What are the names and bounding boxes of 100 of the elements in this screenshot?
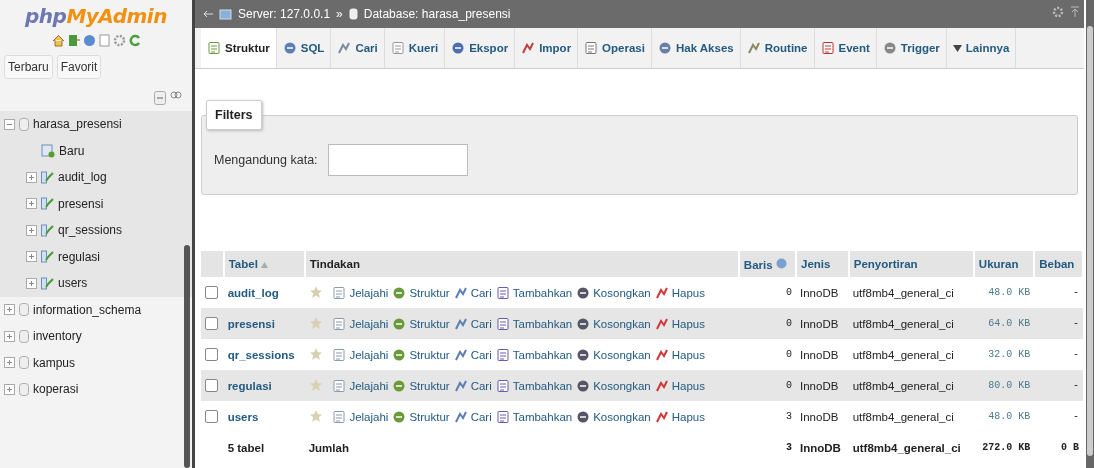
action-link[interactable]: Jelajahi <box>349 379 389 392</box>
action-link[interactable]: Kosongkan <box>593 286 651 299</box>
action-link[interactable]: Cari <box>470 348 492 361</box>
action-link[interactable]: Cari <box>470 286 492 299</box>
settings-icon[interactable] <box>112 34 126 47</box>
tab[interactable]: Cari <box>331 28 385 68</box>
expand-icon[interactable] <box>4 383 15 395</box>
action-link[interactable]: Cari <box>470 410 492 423</box>
nav-button[interactable]: Favorit <box>56 55 102 79</box>
expand-icon[interactable] <box>26 277 37 289</box>
table-name-link[interactable]: users <box>227 410 259 423</box>
tree-item[interactable]: information_schema <box>33 302 142 317</box>
link-icon[interactable] <box>170 91 182 99</box>
tab[interactable]: Trigger <box>876 28 947 68</box>
action-link[interactable]: Struktur <box>409 286 450 299</box>
tab[interactable]: Lainnya <box>946 28 1017 68</box>
document-icon[interactable] <box>98 34 110 47</box>
tree-item[interactable]: audit_log <box>58 170 107 185</box>
back-arrow-icon[interactable] <box>203 10 213 18</box>
tree-item[interactable]: inventory <box>33 329 82 344</box>
action-link[interactable]: Tambahkan <box>512 379 573 392</box>
tab[interactable]: Routine <box>740 28 815 68</box>
action-link[interactable]: Kosongkan <box>593 317 651 330</box>
expand-icon[interactable] <box>4 304 15 316</box>
action-link[interactable]: Jelajahi <box>349 317 389 330</box>
action-link[interactable]: Tambahkan <box>512 410 573 423</box>
star-icon[interactable] <box>308 377 323 392</box>
action-link[interactable]: Cari <box>470 317 492 330</box>
expand-icon[interactable] <box>26 224 37 236</box>
column-header[interactable]: Tabel <box>228 258 258 270</box>
tree-item[interactable]: qr_sessions <box>58 223 123 238</box>
tab[interactable]: Hak Akses <box>651 28 741 68</box>
action-link[interactable]: Kosongkan <box>593 348 651 361</box>
action-link[interactable]: Jelajahi <box>349 348 389 361</box>
size-cell: 64.0 KB <box>988 318 1031 329</box>
tree-item[interactable]: regulasi <box>58 249 101 264</box>
tree-item[interactable]: users <box>58 276 88 291</box>
action-link[interactable]: Tambahkan <box>512 348 573 361</box>
action-link[interactable]: Hapus <box>671 379 705 392</box>
row-checkbox[interactable] <box>205 317 218 330</box>
collapse-all-icon[interactable] <box>154 91 166 105</box>
tree-item[interactable]: koperasi <box>33 382 79 397</box>
breadcrumb-link[interactable]: Server: 127.0.0.1 <box>238 7 331 21</box>
sort-ascending-icon[interactable] <box>261 262 269 268</box>
tree-item[interactable]: Baru <box>59 143 85 158</box>
action-link[interactable]: Hapus <box>671 286 705 299</box>
page-scrollbar[interactable] <box>1086 0 1094 468</box>
tree-item[interactable]: presensi <box>58 196 104 211</box>
star-icon[interactable] <box>308 408 323 423</box>
home-icon[interactable] <box>51 34 65 47</box>
star-icon[interactable] <box>308 346 323 361</box>
filter-input[interactable] <box>327 144 468 176</box>
action-link[interactable]: Struktur <box>409 317 450 330</box>
row-checkbox[interactable] <box>205 379 218 392</box>
action-link[interactable]: Struktur <box>409 348 450 361</box>
action-link[interactable]: Kosongkan <box>593 410 651 423</box>
scrollbar[interactable] <box>184 245 190 468</box>
row-checkbox[interactable] <box>205 286 218 299</box>
action-link[interactable]: Struktur <box>409 410 450 423</box>
action-link[interactable]: Hapus <box>671 317 705 330</box>
action-link[interactable]: Cari <box>470 379 492 392</box>
action-link[interactable]: Tambahkan <box>512 317 573 330</box>
collapse-icon[interactable] <box>4 118 15 130</box>
database-icon <box>19 117 29 131</box>
action-icon <box>332 409 347 424</box>
expand-icon[interactable] <box>26 198 37 210</box>
star-icon[interactable] <box>308 315 323 330</box>
breadcrumb-link[interactable]: Database: harasa_presensi <box>363 7 511 21</box>
action-link[interactable]: Jelajahi <box>349 410 389 423</box>
expand-icon[interactable] <box>4 330 15 342</box>
tab[interactable]: Event <box>814 28 877 68</box>
tab[interactable]: Ekspor <box>445 28 516 68</box>
action-link[interactable]: Kosongkan <box>593 379 651 392</box>
nav-button[interactable]: Terbaru <box>4 55 53 79</box>
tab[interactable]: Impor <box>515 28 579 68</box>
tree-item[interactable]: harasa_presensi <box>33 117 122 132</box>
settings-icon[interactable] <box>1052 6 1064 18</box>
action-icon <box>453 316 468 331</box>
action-link[interactable]: Hapus <box>671 348 705 361</box>
action-link[interactable]: Hapus <box>671 410 705 423</box>
reload-icon[interactable] <box>128 34 141 47</box>
tree-item[interactable]: kampus <box>33 355 76 370</box>
collapse-top-icon[interactable] <box>1070 6 1080 18</box>
tab[interactable]: Operasi <box>578 28 652 68</box>
tab[interactable]: Kueri <box>384 28 446 68</box>
table-name-link[interactable]: qr_sessions <box>227 348 295 361</box>
star-icon[interactable] <box>308 284 323 299</box>
row-checkbox[interactable] <box>205 410 218 423</box>
expand-icon[interactable] <box>26 171 37 183</box>
app-logo[interactable]: phpMyAdmin <box>0 4 192 28</box>
action-link[interactable]: Jelajahi <box>349 286 389 299</box>
expand-icon[interactable] <box>26 251 37 263</box>
tab[interactable]: SQL <box>276 28 332 68</box>
action-link[interactable]: Struktur <box>409 379 450 392</box>
action-icon <box>654 409 669 424</box>
expand-icon[interactable] <box>4 357 15 369</box>
action-link[interactable]: Tambahkan <box>512 286 573 299</box>
table-name-link[interactable]: audit_log <box>227 286 279 299</box>
tab[interactable]: Struktur <box>201 28 277 68</box>
row-checkbox[interactable] <box>205 348 218 361</box>
